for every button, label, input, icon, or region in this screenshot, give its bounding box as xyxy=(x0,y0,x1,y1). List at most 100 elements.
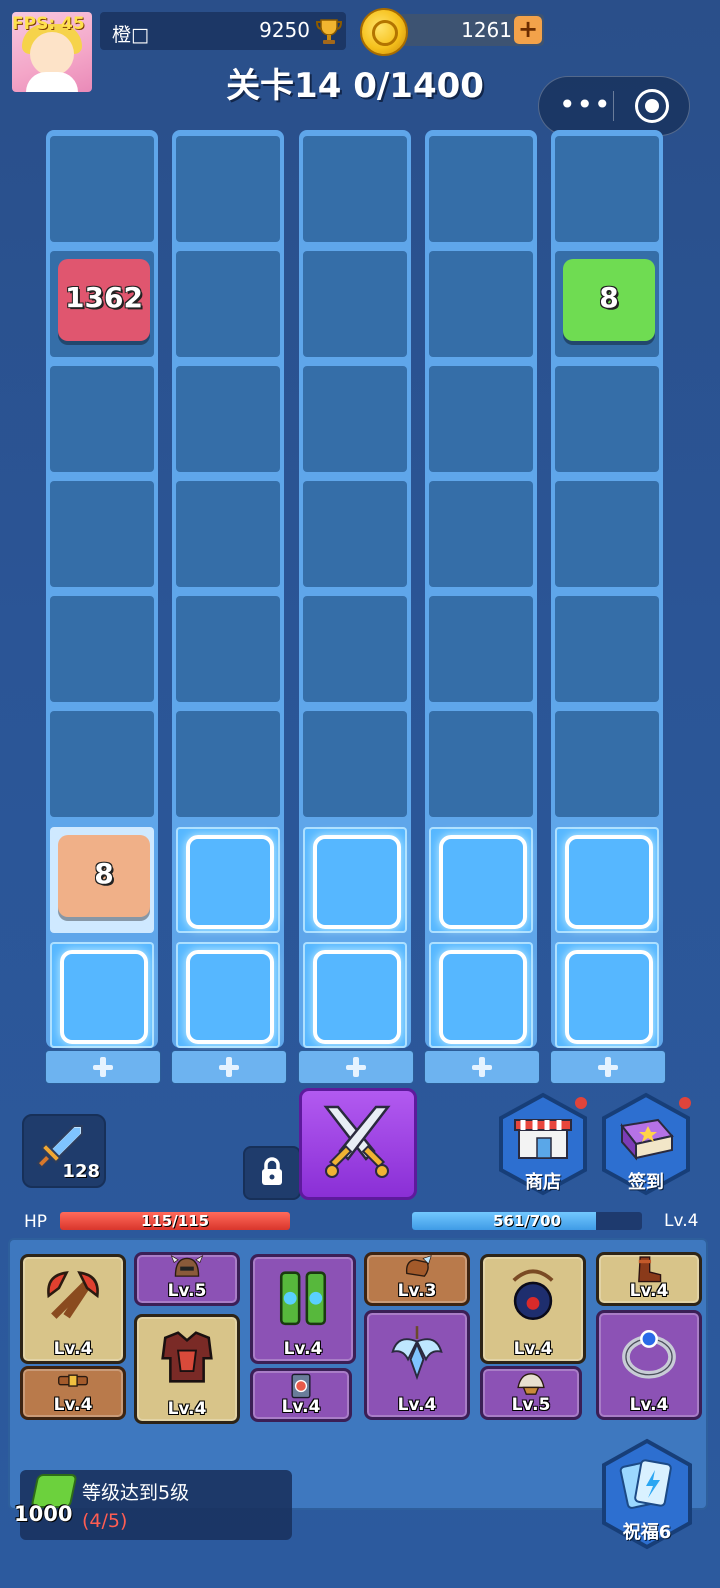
board-cell[interactable] xyxy=(429,711,533,817)
board-cell[interactable] xyxy=(50,942,154,1048)
board-column-3[interactable] xyxy=(299,130,411,1048)
equipment-level: Lv.4 xyxy=(281,1397,321,1417)
fps-counter: FPS: 45 xyxy=(12,14,85,34)
sword-inventory-button[interactable]: 128 xyxy=(22,1114,106,1188)
equipment-level: Lv.4 xyxy=(283,1339,323,1359)
quest-cost: 1000 xyxy=(14,1502,73,1526)
equipment-slot[interactable]: Lv.4 xyxy=(596,1310,702,1420)
board-cell[interactable] xyxy=(176,827,280,933)
add-slot-button-2[interactable] xyxy=(171,1050,287,1084)
quest-panel[interactable]: 1000 等级达到5级 (4/5) xyxy=(14,1470,292,1540)
drop-target-outline xyxy=(186,950,274,1044)
crossed-swords-icon xyxy=(323,1105,391,1178)
board-cell[interactable] xyxy=(303,366,407,472)
board-cell[interactable] xyxy=(176,596,280,702)
shop-label: 商店 xyxy=(525,1172,561,1193)
shop-button[interactable]: 商店 xyxy=(497,1092,589,1196)
axe-icon xyxy=(47,1271,99,1319)
board-cell[interactable]: 8 xyxy=(50,827,154,933)
drop-target-outline xyxy=(565,835,653,929)
board-cell[interactable] xyxy=(555,711,659,817)
ring-icon xyxy=(622,1329,676,1379)
board-cell[interactable] xyxy=(50,481,154,587)
player-level: Lv.4 xyxy=(664,1211,699,1231)
equipment-slot[interactable]: Lv.4 xyxy=(364,1310,470,1420)
board-cell[interactable] xyxy=(429,481,533,587)
add-slot-button-1[interactable] xyxy=(45,1050,161,1084)
equipment-slot[interactable]: Lv.3 xyxy=(364,1252,470,1306)
equipment-level: Lv.4 xyxy=(397,1395,437,1415)
board-cell[interactable] xyxy=(303,251,407,357)
board-cell[interactable] xyxy=(429,596,533,702)
quest-title: 等级达到5级 xyxy=(82,1482,190,1504)
board-cell[interactable] xyxy=(50,711,154,817)
equipment-slot[interactable]: Lv.4 xyxy=(20,1254,126,1364)
add-coins-button[interactable]: + xyxy=(514,16,542,44)
equipment-slot[interactable]: Lv.4 xyxy=(20,1366,126,1420)
equipment-slot[interactable]: Lv.4 xyxy=(134,1314,240,1424)
board-cell[interactable] xyxy=(303,596,407,702)
equipment-slot[interactable]: Lv.5 xyxy=(134,1252,240,1306)
board-cell[interactable] xyxy=(429,827,533,933)
board-cell[interactable] xyxy=(50,136,154,242)
equipment-slot[interactable]: Lv.4 xyxy=(596,1252,702,1306)
number-tile[interactable]: 8 xyxy=(563,259,655,341)
close-miniprogram-button[interactable] xyxy=(635,89,669,123)
board-cell[interactable] xyxy=(429,942,533,1048)
board-cell[interactable] xyxy=(303,942,407,1048)
equipment-slot[interactable]: Lv.4 xyxy=(480,1254,586,1364)
signin-notification-dot xyxy=(679,1097,691,1109)
equipment-level: Lv.4 xyxy=(53,1339,93,1359)
board-cell[interactable] xyxy=(303,827,407,933)
board-cell[interactable] xyxy=(176,136,280,242)
board-column-2[interactable] xyxy=(172,130,284,1048)
board-cell[interactable] xyxy=(303,481,407,587)
equipment-slot[interactable]: Lv.4 xyxy=(250,1368,352,1422)
coin-icon xyxy=(360,8,408,56)
board-cell[interactable] xyxy=(555,366,659,472)
signin-button[interactable]: 签到 xyxy=(600,1092,692,1196)
bomb-necklace-icon xyxy=(512,1269,554,1321)
board-column-4[interactable] xyxy=(425,130,537,1048)
lock-button[interactable] xyxy=(243,1146,301,1200)
board-column-5[interactable]: 8 xyxy=(551,130,663,1048)
board-cell[interactable] xyxy=(555,136,659,242)
battle-button[interactable] xyxy=(299,1088,417,1200)
board-cell[interactable]: 8 xyxy=(555,251,659,357)
lock-icon xyxy=(262,1157,282,1185)
board-cell[interactable] xyxy=(176,711,280,817)
add-slot-button-5[interactable] xyxy=(550,1050,666,1084)
add-slot-button-3[interactable] xyxy=(298,1050,414,1084)
board-cell[interactable] xyxy=(50,596,154,702)
board-cell[interactable] xyxy=(303,711,407,817)
board-cell[interactable]: 1362 xyxy=(50,251,154,357)
drop-target-outline xyxy=(439,950,527,1044)
board-cell[interactable] xyxy=(429,251,533,357)
number-tile[interactable]: 8 xyxy=(58,835,150,917)
more-menu-button[interactable]: ••• xyxy=(559,91,612,119)
board-cell[interactable] xyxy=(429,136,533,242)
board-cell[interactable] xyxy=(555,596,659,702)
drop-target-outline xyxy=(439,835,527,929)
blessing-button[interactable]: 祝福6 xyxy=(600,1438,694,1550)
board-cell[interactable] xyxy=(429,366,533,472)
drop-target-outline xyxy=(60,950,148,1044)
board-cell[interactable] xyxy=(50,366,154,472)
board-cell[interactable] xyxy=(176,251,280,357)
hp-bar: 115/115 xyxy=(60,1212,290,1230)
board-cell[interactable] xyxy=(176,366,280,472)
board-cell[interactable] xyxy=(176,942,280,1048)
sword-count: 128 xyxy=(62,1161,100,1182)
board-column-1[interactable]: 1362 8 xyxy=(46,130,158,1048)
signin-label: 签到 xyxy=(628,1172,664,1193)
board-cell[interactable] xyxy=(176,481,280,587)
add-slot-button-4[interactable] xyxy=(424,1050,540,1084)
board-cell[interactable] xyxy=(555,827,659,933)
board-cell[interactable] xyxy=(555,942,659,1048)
number-tile[interactable]: 1362 xyxy=(58,259,150,341)
quest-progress: (4/5) xyxy=(82,1510,128,1532)
equipment-slot[interactable]: Lv.4 xyxy=(250,1254,356,1364)
board-cell[interactable] xyxy=(303,136,407,242)
equipment-slot[interactable]: Lv.5 xyxy=(480,1366,582,1420)
board-cell[interactable] xyxy=(555,481,659,587)
